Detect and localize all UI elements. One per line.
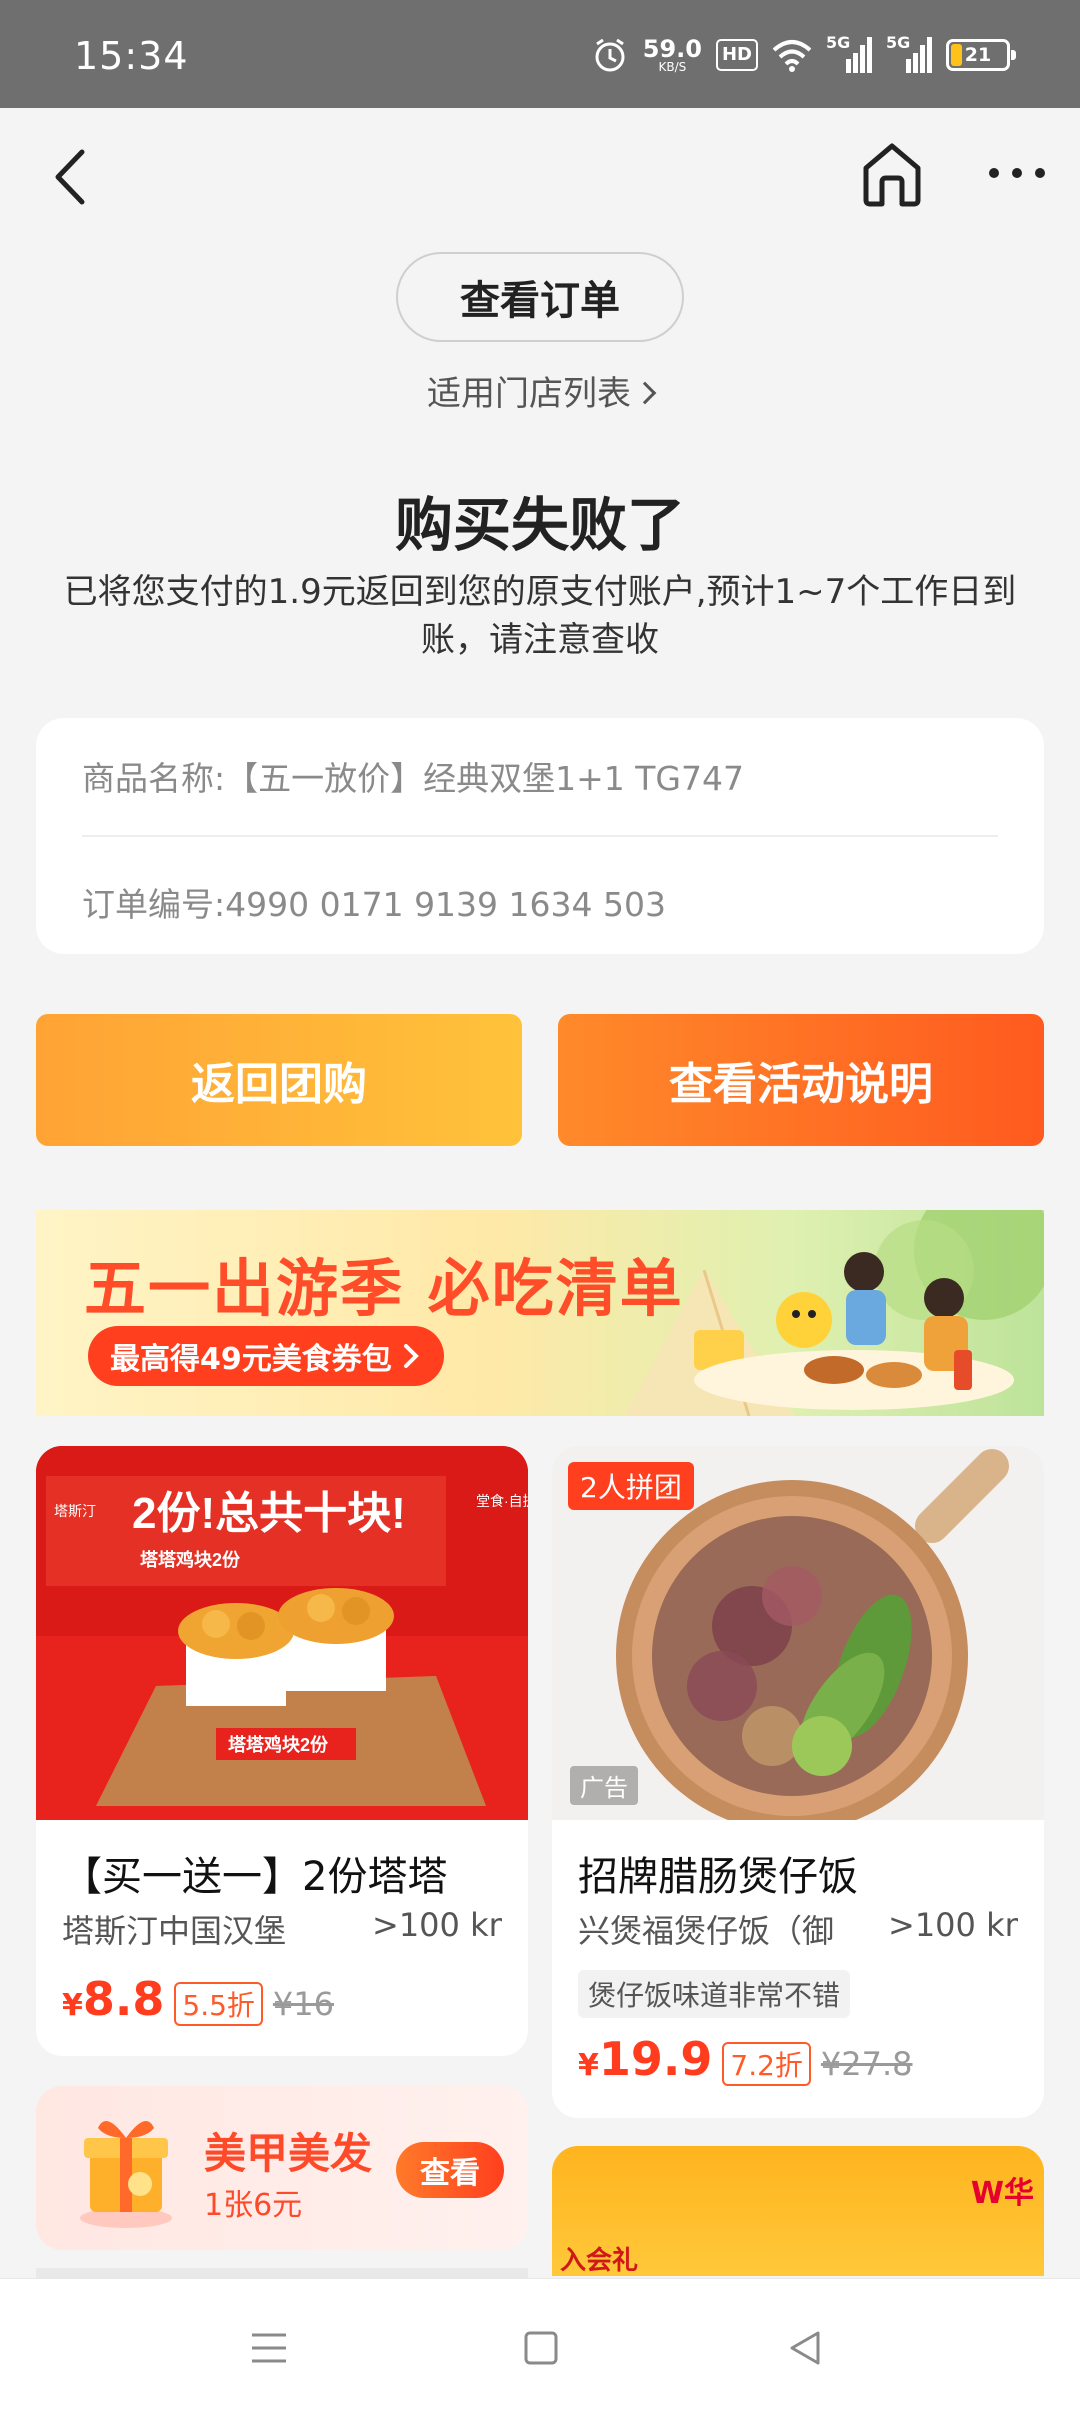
product-name: 招牌腊肠煲仔饭 xyxy=(578,1854,858,1900)
image-side-note: 堂食·自提 xyxy=(476,1493,528,1509)
original-price: ¥27.8 xyxy=(820,2045,913,2083)
product-name: 商品名称:【五一放价】经典双堡1+1 TG747 xyxy=(82,759,744,798)
menu-icon[interactable] xyxy=(244,2323,294,2373)
review-tag: 煲仔饭味道非常不错 xyxy=(578,1970,851,2018)
hd-icon: HD xyxy=(715,39,758,71)
coupon-view-button[interactable]: 查看 xyxy=(396,2142,504,2198)
ad-label: 广告 xyxy=(570,1766,638,1805)
discount-badge: 5.5折 xyxy=(174,1982,263,2026)
coupon-subtitle: 1张6元 xyxy=(204,2188,303,2223)
image-subtitle: 塔塔鸡块2份 xyxy=(140,1549,241,1570)
currency-symbol: ¥ xyxy=(578,2048,599,2083)
image-box-label: 塔塔鸡块2份 xyxy=(228,1734,329,1755)
alarm-icon xyxy=(591,36,629,74)
system-nav-bar xyxy=(0,2278,1080,2412)
price: ¥19.9 xyxy=(578,2032,712,2086)
signal-icon: 5G xyxy=(826,33,872,75)
chevron-right-icon xyxy=(633,381,657,405)
signal-label: 5G xyxy=(886,33,911,52)
shop-name: 兴煲福煲仔饭（御 xyxy=(578,1912,835,1950)
home-icon[interactable] xyxy=(858,138,926,210)
divider xyxy=(82,835,998,837)
coupon-title: 美甲美发 xyxy=(204,2129,373,2178)
back-icon[interactable] xyxy=(44,142,104,212)
image-headline: 2份!总共十块! xyxy=(132,1489,406,1538)
back-to-group-button[interactable]: 返回团购 xyxy=(36,1014,522,1146)
gift-icon xyxy=(80,2120,172,2228)
signal-label: 5G xyxy=(826,33,851,52)
price-value: 19.9 xyxy=(598,2032,713,2086)
product-card[interactable]: 2人拼团 广告 招牌腊肠煲仔饭 兴煲福煲仔饭（御 >100 km 煲仔饭味道非常… xyxy=(552,1446,1044,2118)
price-row: ¥19.9 7.2折 ¥27.8 xyxy=(578,2032,913,2086)
view-activity-button[interactable]: 查看活动说明 xyxy=(558,1014,1044,1146)
status-icons: 59.0 KB/S HD 5G 5G 21 xyxy=(591,30,1016,80)
triangle-back-icon[interactable] xyxy=(780,2323,830,2373)
view-order-button[interactable]: 查看订单 xyxy=(396,252,684,342)
distance: >100 km xyxy=(888,1906,1018,1944)
coupon-card[interactable]: 美甲美发 1张6元 查看 xyxy=(36,2086,528,2250)
discount-badge: 7.2折 xyxy=(722,2042,811,2086)
net-speed: 59.0 KB/S xyxy=(643,37,702,73)
promo-logo: W华 xyxy=(970,2176,1034,2211)
status-bar: 15:34 59.0 KB/S HD 5G 5G 21 xyxy=(0,0,1080,108)
top-nav xyxy=(0,108,1080,238)
picnic-illustration xyxy=(624,1210,1044,1416)
product-card[interactable]: 2份!总共十块! 塔塔鸡块2份 塔斯汀 堂食·自提 塔塔鸡块2份 【买一送一】2… xyxy=(36,1446,528,2056)
card-peek xyxy=(36,2268,528,2278)
store-list-link[interactable]: 适用门店列表 xyxy=(0,366,1080,415)
price-value: 8.8 xyxy=(82,1972,165,2026)
original-price: ¥16 xyxy=(272,1985,334,2023)
currency-symbol: ¥ xyxy=(62,1988,83,2023)
banner-cta[interactable]: 最高得49元美食券包 xyxy=(88,1326,444,1386)
signal-icon: 5G xyxy=(886,33,932,75)
order-number: 订单编号:4990 0171 9139 1634 503 xyxy=(82,885,666,924)
battery-level: 21 xyxy=(964,44,992,66)
battery-icon: 21 xyxy=(946,39,1016,71)
store-list-label: 适用门店列表 xyxy=(427,374,631,414)
result-description: 已将您支付的1.9元返回到您的原支付账户,预计1~7个工作日到账，请注意查收 xyxy=(63,572,1017,660)
net-speed-unit: KB/S xyxy=(658,60,687,74)
status-time: 15:34 xyxy=(74,34,189,78)
wifi-icon xyxy=(772,38,812,72)
more-icon[interactable] xyxy=(982,158,1052,188)
price-row: ¥8.8 5.5折 ¥16 xyxy=(62,1972,334,2026)
image-brand: 塔斯汀 xyxy=(54,1503,96,1519)
price: ¥8.8 xyxy=(62,1972,164,2026)
product-name: 【买一送一】2份塔塔 xyxy=(62,1854,448,1900)
shop-name: 塔斯汀中国汉堡 xyxy=(62,1912,287,1950)
promo-card[interactable]: W华 入会礼 xyxy=(552,2146,1044,2276)
promo-tag: 入会礼 xyxy=(560,2246,639,2276)
banner-title: 五一出游季 必吃清单 xyxy=(84,1252,684,1325)
net-speed-value: 59.0 xyxy=(642,35,702,63)
promo-banner[interactable]: 五一出游季 必吃清单 最高得49元美食券包 xyxy=(36,1210,1044,1416)
square-icon[interactable] xyxy=(516,2323,566,2373)
result-title: 购买失败了 xyxy=(394,491,685,559)
group-buy-badge: 2人拼团 xyxy=(568,1462,694,1510)
banner-cta-label: 最高得49元美食券包 xyxy=(110,1342,392,1377)
chevron-right-icon xyxy=(403,1344,419,1368)
product-image: 2份!总共十块! 塔塔鸡块2份 塔斯汀 堂食·自提 塔塔鸡块2份 xyxy=(36,1446,528,1820)
distance: >100 km xyxy=(372,1906,502,1944)
order-info-card: 商品名称:【五一放价】经典双堡1+1 TG747 订单编号:4990 0171 … xyxy=(36,718,1044,954)
